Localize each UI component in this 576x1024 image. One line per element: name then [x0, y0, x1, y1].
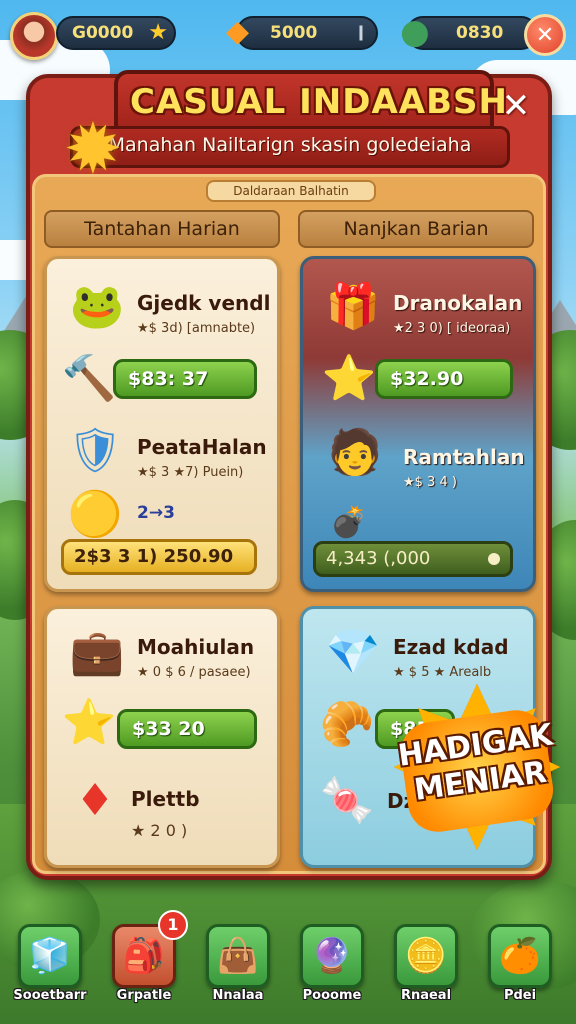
frog-hat-icon: 🐸 — [69, 281, 125, 332]
buy-gold-button[interactable]: 2$3 3 1) 250.90 — [61, 539, 257, 575]
item-rating: ★ 2 0 ) — [131, 821, 188, 840]
currency-1-counter: G0000 ★ — [56, 16, 176, 50]
close-icon: ✕ — [535, 22, 555, 48]
nav-label: Pdei — [503, 988, 537, 1003]
horn-icon: 🥐 — [319, 699, 375, 750]
item-rating: ★ 0 $ 6 / pasaee) — [137, 665, 251, 680]
buy-alt-button[interactable]: 4,343 (,000 — [313, 541, 513, 577]
player-avatar[interactable] — [10, 12, 58, 60]
item-rating: ★$ 3 ★7) Puein) — [137, 465, 244, 480]
item-name: Moahiulan — [137, 635, 255, 659]
hammer-icon: 🔨 — [61, 353, 117, 404]
panel-subtitle: Manahan Nailtarign skasin goledeiaha — [108, 134, 472, 156]
nav-item-4[interactable]: 🔮 Pooome — [290, 924, 374, 1010]
item-name: Gjedk vendl — [137, 291, 271, 315]
nav-label: Nnalaa — [212, 988, 264, 1003]
hud-close-button[interactable]: ✕ — [524, 14, 566, 56]
currency-3-counter: ● 0830 — [400, 12, 538, 52]
item-name: PeataHalan — [137, 435, 267, 459]
item-name: Dranokalan — [393, 291, 523, 315]
star-icon: ★ — [148, 20, 168, 45]
red-gem-icon: ♦ — [75, 775, 115, 826]
gift-box-icon: 🎁 — [325, 281, 381, 332]
top-hud: G0000 ★ ◆ 5000 ǀ ● 0830 ✕ — [6, 10, 570, 60]
buy-button[interactable]: $32.90 — [375, 359, 513, 399]
panel-close-button[interactable]: ✕ — [496, 86, 536, 126]
item-name: Plettb — [131, 787, 200, 811]
nav-item-5[interactable]: 🪙 Rnaeal — [384, 924, 468, 1010]
shop-card-1: 🐸 Gjedk vendl ★$ 3d) [amnabte) 🔨 $83: 37… — [44, 256, 280, 592]
nav-item-6[interactable]: 🍊 Pdei — [478, 924, 562, 1010]
fruit-icon: 🍊 — [488, 924, 552, 988]
chest-icon: 🧊 — [18, 924, 82, 988]
coin-icon: 🪙 — [394, 924, 458, 988]
nav-item-3[interactable]: 👜 Nnalaa — [196, 924, 280, 1010]
nav-label: Pooome — [302, 988, 362, 1003]
column-header-right[interactable]: Nanjkan Barian — [298, 210, 534, 248]
close-icon: ✕ — [501, 86, 531, 126]
item-rating: ★$ 3d) [amnabte) — [137, 321, 256, 336]
star-wand-icon: ⭐ — [321, 353, 377, 404]
panel-title: CASUAL INDAABSH — [130, 82, 508, 122]
nav-label: Grpatle — [116, 988, 172, 1003]
potion-icon: 🔮 — [300, 924, 364, 988]
shop-card-3: 💼 Moahiulan ★ 0 $ 6 / pasaee) ⭐ $33 20 ♦… — [44, 606, 280, 868]
item-rating: ★2 3 0) [ ideoraa) — [393, 321, 511, 336]
bottom-nav: 🧊 Sooetbarr 🎒 1 Grpatle 👜 Nnalaa 🔮 Pooome 🪙 Rnaeal… — [6, 910, 570, 1010]
notification-badge: 1 — [158, 910, 188, 940]
globe-icon: ● — [400, 12, 430, 52]
buy-button[interactable]: $83: 37 — [113, 359, 257, 399]
character-portrait-icon: 🧑 — [327, 427, 383, 478]
nav-item-1[interactable]: 🧊 Sooetbarr — [8, 924, 92, 1010]
gold-coin-icon: 🟡 — [67, 489, 123, 540]
chest-icon: 💼 — [69, 627, 125, 678]
section-label: Daldaraan Balhatin — [206, 180, 376, 202]
nav-label: Sooetbarr — [13, 988, 87, 1003]
item-rating: ★$ 3 4 ) — [403, 475, 457, 490]
info-icon[interactable]: ǀ — [358, 22, 364, 41]
price-label: 4,343 (,000 — [326, 548, 431, 569]
currency-1-value: G0000 — [72, 23, 134, 43]
currency-3-value: 0830 — [456, 23, 504, 43]
level-indicator: 2→3 — [137, 503, 175, 523]
star-wand-icon: ⭐ — [61, 697, 117, 748]
backpack-icon: 👜 — [206, 924, 270, 988]
nav-item-2[interactable]: 🎒 1 Grpatle — [102, 910, 188, 1010]
buy-button[interactable]: $33 20 — [117, 709, 257, 749]
item-name: Ramtahlan — [403, 445, 525, 469]
toggle-knob — [488, 553, 500, 565]
carrot-icon: ◆ — [226, 14, 250, 49]
shop-card-2: 🎁 Dranokalan ★2 3 0) [ ideoraa) ⭐ $32.90… — [300, 256, 536, 592]
column-header-left[interactable]: Tantahan Harian — [44, 210, 280, 248]
nav-label: Rnaeal — [400, 988, 452, 1003]
crystal-icon: 💎 — [325, 627, 381, 678]
shield-gem-icon: 🛡 — [67, 425, 123, 476]
promo-burst-badge[interactable]: ✸ HADIGAK MENIAR — [382, 661, 572, 881]
currency-2-counter: ◆ 5000 ǀ — [226, 14, 378, 50]
candy-icon: 🍬 — [319, 775, 375, 826]
currency-2-value: 5000 — [270, 23, 318, 43]
